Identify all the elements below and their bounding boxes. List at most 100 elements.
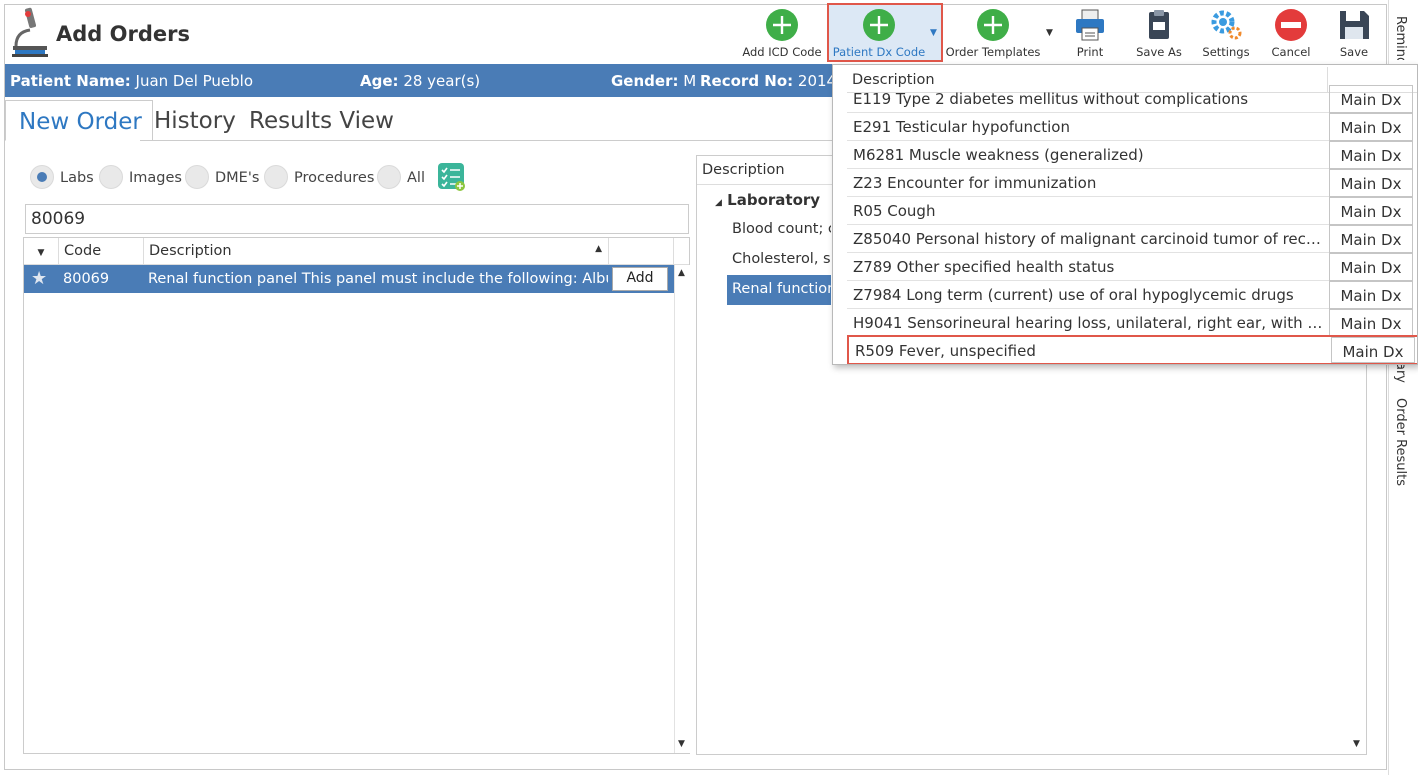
dx-description: H9041 Sensorineural hearing loss, unilat… (853, 314, 1323, 332)
main-dx-button[interactable]: Main Dx (1329, 197, 1413, 225)
radio-dot-selected (30, 165, 54, 189)
tab-results-view[interactable]: Results View (249, 100, 394, 141)
order-item-selected[interactable]: Renal function (727, 275, 831, 305)
patient-dx-dropdown-arrow[interactable]: ▼ (930, 28, 937, 38)
patient-name-label: Patient Name: (10, 72, 131, 90)
patient-age: 28 year(s) (403, 72, 481, 90)
save-label: Save (1339, 45, 1369, 59)
column-header-description[interactable]: Description ▲ (144, 238, 609, 265)
save-as-label: Save As (1136, 45, 1182, 59)
save-as-button[interactable]: Save As (1134, 8, 1184, 60)
add-icd-code-label: Add ICD Code (742, 45, 822, 59)
dx-row[interactable]: H9041 Sensorineural hearing loss, unilat… (847, 309, 1413, 337)
radio-dot (185, 165, 209, 189)
scroll-down-icon[interactable]: ▼ (678, 739, 685, 749)
dx-row[interactable]: R05 Cough Main Dx (847, 197, 1413, 225)
order-templates-dropdown-arrow[interactable]: ▼ (1046, 28, 1053, 38)
summary-tab[interactable]: ary (1393, 362, 1408, 383)
dx-row[interactable]: Z85040 Personal history of malignant car… (847, 225, 1413, 253)
plus-circle-icon (977, 9, 1009, 41)
main-dx-button[interactable]: Main Dx (1329, 141, 1413, 169)
gear-icon (1211, 10, 1242, 40)
settings-button[interactable]: Settings (1200, 8, 1252, 60)
dx-description: R05 Cough (853, 202, 936, 220)
settings-label: Settings (1202, 45, 1250, 59)
dx-description: Z85040 Personal history of malignant car… (853, 230, 1323, 248)
main-dx-button[interactable]: Main Dx (1331, 337, 1415, 363)
print-label: Print (1076, 45, 1104, 59)
order-results-tab[interactable]: Order Results (1393, 398, 1408, 486)
page-title: Add Orders (56, 22, 190, 46)
checklist-add-icon[interactable] (438, 163, 466, 191)
printer-icon (1076, 9, 1104, 41)
order-templates-button[interactable]: Order Templates (945, 8, 1041, 60)
orders-search-grid: ▼ Code Description ▲ ★ 80069 Renal funct… (23, 237, 690, 754)
dx-row[interactable]: M6281 Muscle weakness (generalized) Main… (847, 141, 1413, 169)
dx-description: Z789 Other specified health status (853, 258, 1115, 276)
sort-asc-icon: ▲ (595, 244, 602, 254)
search-input[interactable]: 80069 (25, 204, 689, 234)
grid-header: ▼ Code Description ▲ (24, 238, 689, 265)
radio-all-label: All (407, 170, 425, 186)
reminders-tab[interactable]: Remind (1393, 16, 1408, 60)
radio-images-label: Images (129, 170, 182, 186)
group-laboratory[interactable]: ◢ Laboratory (715, 191, 820, 209)
scroll-up-icon[interactable]: ▲ (678, 268, 685, 278)
dx-row[interactable]: Z7984 Long term (current) use of oral hy… (847, 281, 1413, 309)
row-code: 80069 (63, 271, 110, 287)
patient-dx-code-button[interactable]: Patient Dx Code (829, 8, 929, 60)
star-icon[interactable]: ★ (31, 268, 47, 289)
order-item[interactable]: Blood count; co (727, 215, 831, 245)
main-dx-button[interactable]: Main Dx (1329, 113, 1413, 141)
left-grid-scrollbar[interactable]: ▲ ▼ (674, 265, 690, 753)
dx-row[interactable]: Z23 Encounter for immunization Main Dx (847, 169, 1413, 197)
main-dx-button[interactable]: Main Dx (1329, 169, 1413, 197)
order-item[interactable]: Cholesterol, ser (727, 245, 831, 275)
dx-row[interactable]: E119 Type 2 diabetes mellitus without co… (847, 85, 1413, 113)
cancel-label: Cancel (1271, 45, 1311, 59)
patient-dx-dropdown: Description E119 Type 2 diabetes mellitu… (832, 64, 1418, 365)
add-icd-code-button[interactable]: Add ICD Code (742, 8, 822, 60)
column-header-description-label: Description (149, 243, 232, 259)
tab-new-order[interactable]: New Order (5, 100, 153, 141)
floppy-disk-icon (1340, 11, 1369, 39)
radio-dot (264, 165, 288, 189)
patient-name: Juan Del Pueblo (135, 72, 254, 90)
dx-row[interactable]: E291 Testicular hypofunction Main Dx (847, 113, 1413, 141)
plus-circle-icon (766, 9, 798, 41)
table-row[interactable]: ★ 80069 Renal function panel This panel … (24, 265, 674, 293)
age-label: Age: (360, 72, 399, 90)
column-header-code[interactable]: Code (59, 238, 144, 265)
cancel-button[interactable]: Cancel (1268, 8, 1314, 60)
dx-description: M6281 Muscle weakness (generalized) (853, 146, 1144, 164)
column-menu-icon[interactable]: ▼ (24, 238, 59, 265)
scroll-down-icon[interactable]: ▼ (1353, 739, 1360, 749)
radio-labs-label: Labs (60, 170, 94, 186)
gender-label: Gender: (611, 72, 679, 90)
main-dx-button[interactable]: Main Dx (1329, 225, 1413, 253)
dx-description: R509 Fever, unspecified (855, 342, 1036, 360)
collapse-icon[interactable]: ◢ (715, 198, 722, 208)
radio-dot (99, 165, 123, 189)
no-entry-icon (1275, 9, 1307, 41)
dx-description: E119 Type 2 diabetes mellitus without co… (853, 90, 1249, 108)
print-button[interactable]: Print (1068, 8, 1112, 60)
patient-gender: M (683, 72, 697, 90)
main-dx-button[interactable]: Main Dx (1329, 85, 1413, 113)
main-dx-button[interactable]: Main Dx (1329, 281, 1413, 309)
microscope-icon (12, 7, 48, 57)
save-button[interactable]: Save (1334, 8, 1374, 60)
dx-row-highlighted[interactable]: R509 Fever, unspecified Main Dx (847, 335, 1417, 364)
radio-procedures-label: Procedures (294, 170, 375, 186)
radio-dmes-label: DME's (215, 170, 260, 186)
clipboard-icon (1149, 10, 1169, 39)
tab-history[interactable]: History (154, 100, 236, 141)
dx-row[interactable]: Z789 Other specified health status Main … (847, 253, 1413, 281)
patient-dx-code-label: Patient Dx Code (832, 45, 926, 59)
dx-description: Z7984 Long term (current) use of oral hy… (853, 286, 1294, 304)
group-label: Laboratory (727, 191, 821, 209)
add-button[interactable]: Add (612, 267, 668, 291)
column-header-action (609, 238, 674, 265)
main-dx-button[interactable]: Main Dx (1329, 309, 1413, 337)
main-dx-button[interactable]: Main Dx (1329, 253, 1413, 281)
